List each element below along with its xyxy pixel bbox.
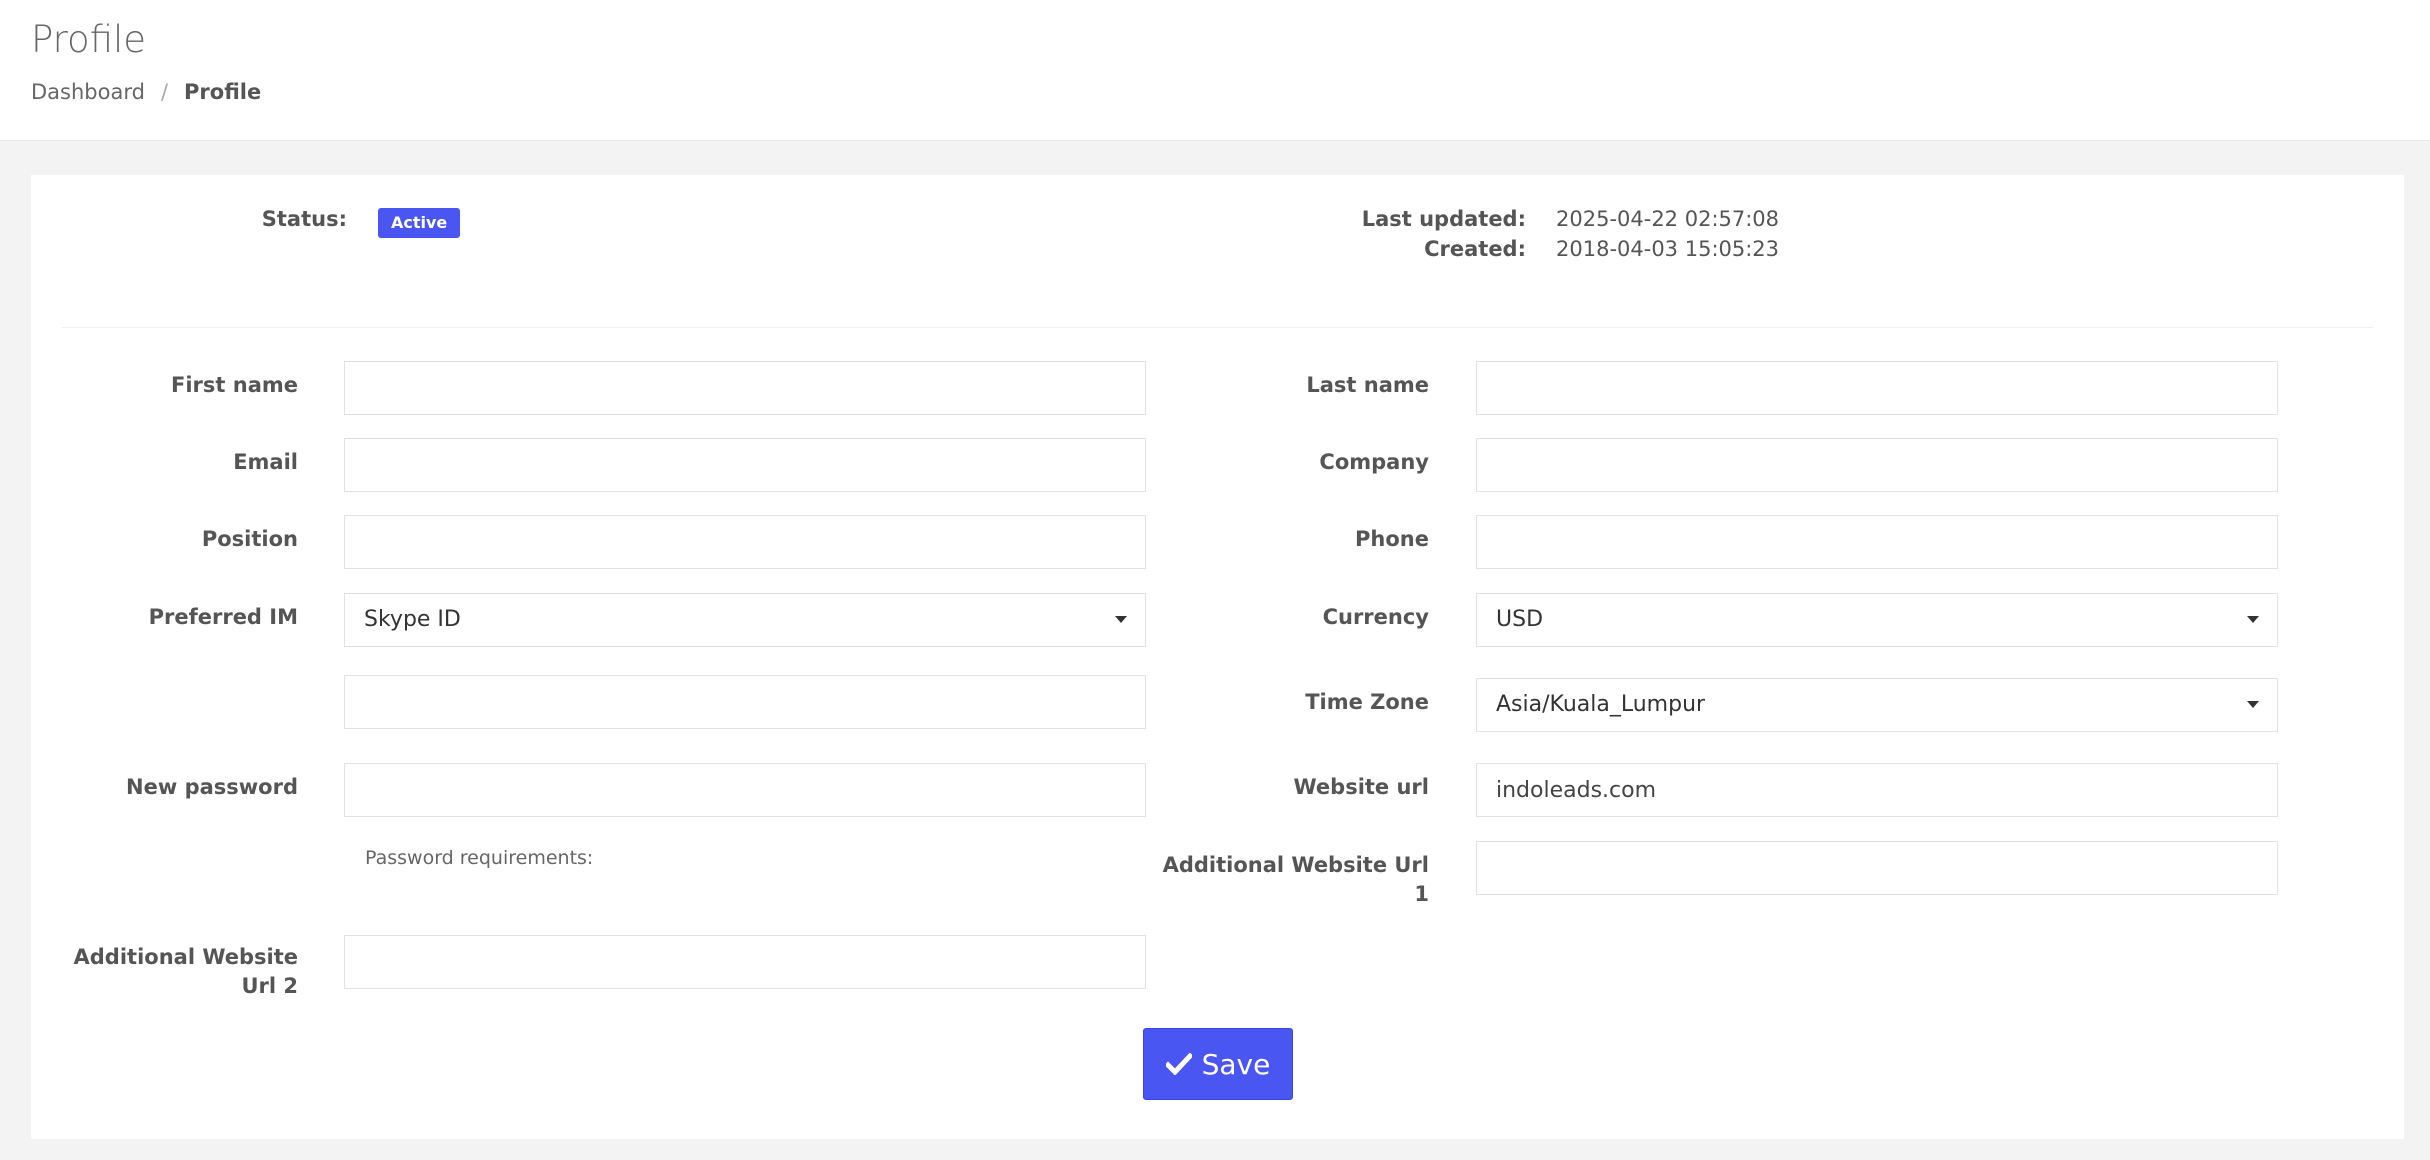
- website-url-input[interactable]: [1476, 763, 2278, 817]
- page-title: Profile: [31, 18, 147, 61]
- last-updated-value: 2025-04-22 02:57:08: [1556, 207, 1780, 231]
- time-zone-value: Asia/Kuala_Lumpur: [1496, 692, 1706, 717]
- last-updated-label: Last updated:: [1361, 207, 1526, 231]
- save-button-label: Save: [1201, 1047, 1271, 1081]
- preferred-im-value: Skype ID: [364, 607, 461, 632]
- phone-label: Phone: [1355, 527, 1429, 551]
- additional-url-1-input[interactable]: [1476, 841, 2278, 895]
- website-url-label: Website url: [1293, 775, 1430, 799]
- phone-input[interactable]: [1476, 515, 2278, 569]
- company-label: Company: [1319, 450, 1429, 474]
- email-label: Email: [233, 450, 298, 474]
- last-name-input[interactable]: [1476, 361, 2278, 415]
- profile-card: Status: Active Last updated: 2025-04-22 …: [31, 175, 2404, 1139]
- save-button[interactable]: Save: [1143, 1028, 1293, 1100]
- first-name-label: First name: [171, 373, 298, 397]
- password-requirements-hint: Password requirements:: [365, 847, 594, 869]
- chevron-down-icon: [2247, 616, 2259, 623]
- time-zone-label: Time Zone: [1305, 690, 1429, 714]
- currency-select[interactable]: USD: [1476, 593, 2278, 647]
- preferred-im-label: Preferred IM: [148, 605, 298, 629]
- breadcrumb-dashboard-link[interactable]: Dashboard: [31, 80, 145, 104]
- company-input[interactable]: [1476, 438, 2278, 492]
- additional-url-1-label: Additional Website Url 1: [1162, 853, 1429, 906]
- breadcrumb: Dashboard / Profile: [31, 80, 261, 104]
- created-value: 2018-04-03 15:05:23: [1556, 237, 1780, 261]
- page-header: Profile Dashboard / Profile: [0, 0, 2430, 141]
- additional-url-2-input[interactable]: [344, 935, 1146, 989]
- status-label: Status:: [261, 207, 347, 231]
- time-zone-select[interactable]: Asia/Kuala_Lumpur: [1476, 678, 2278, 732]
- last-name-label: Last name: [1306, 373, 1429, 397]
- chevron-down-icon: [2247, 701, 2259, 708]
- breadcrumb-current: Profile: [184, 80, 262, 104]
- status-badge: Active: [378, 208, 461, 238]
- breadcrumb-separator: /: [160, 80, 169, 104]
- position-label: Position: [201, 527, 298, 551]
- currency-value: USD: [1496, 607, 1544, 632]
- new-password-label: New password: [126, 775, 298, 799]
- created-label: Created:: [1424, 237, 1526, 261]
- check-icon: [1165, 1053, 1192, 1075]
- section-divider: [62, 327, 2373, 328]
- additional-url-2-label: Additional Website Url 2: [73, 945, 298, 998]
- currency-label: Currency: [1322, 605, 1429, 629]
